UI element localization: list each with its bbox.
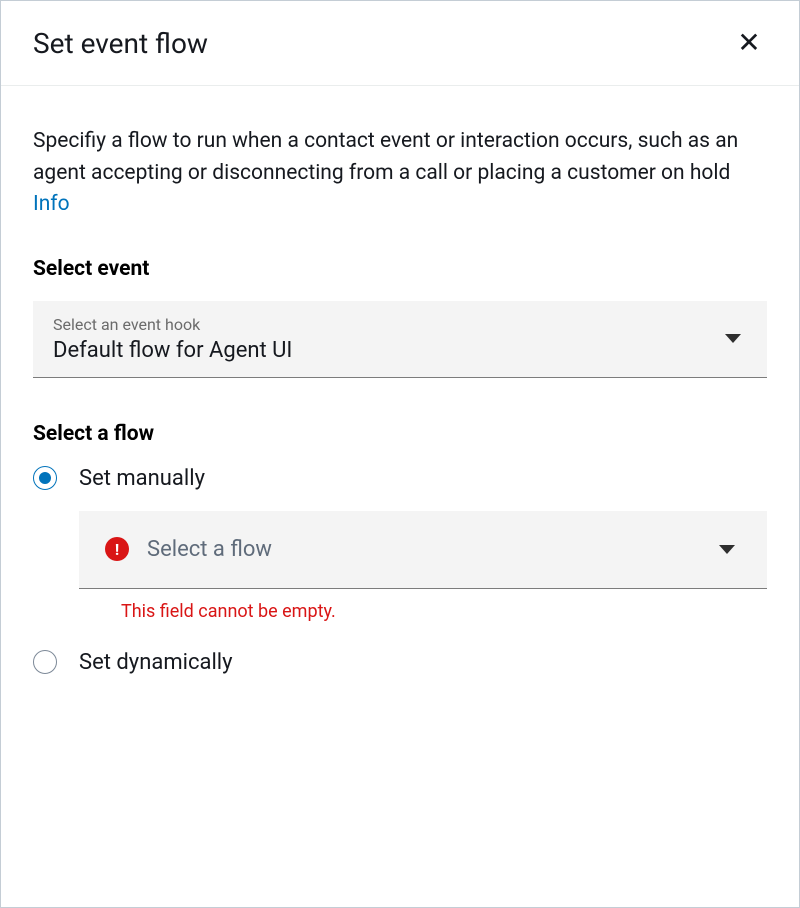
event-hook-value: Default flow for Agent UI	[53, 338, 725, 363]
flow-select[interactable]: ! Select a flow	[79, 511, 767, 589]
flow-select-placeholder: Select a flow	[147, 537, 272, 562]
description-content: Specifiy a flow to run when a contact ev…	[33, 129, 738, 185]
radio-dynamic-label[interactable]: Set dynamically	[79, 650, 233, 675]
panel-title: Set event flow	[33, 27, 208, 60]
description-text: Specifiy a flow to run when a contact ev…	[33, 126, 767, 221]
close-button[interactable]: ✕	[731, 25, 767, 61]
flow-select-error: This field cannot be empty.	[121, 601, 767, 622]
chevron-down-icon	[725, 334, 741, 343]
select-event-label: Select event	[33, 257, 767, 281]
set-event-flow-panel: Set event flow ✕ Specifiy a flow to run …	[0, 0, 800, 908]
radio-row-manual: Set manually	[33, 466, 767, 491]
error-icon: !	[105, 537, 129, 561]
close-icon: ✕	[737, 29, 760, 57]
flow-mode-radio-group: Set manually ! Select a flow This field …	[33, 466, 767, 675]
chevron-down-icon	[719, 545, 735, 554]
flow-select-area: ! Select a flow This field cannot be emp…	[79, 511, 767, 622]
flow-select-left: ! Select a flow	[105, 537, 272, 562]
radio-selected-icon	[39, 472, 51, 484]
event-hook-hint: Select an event hook	[53, 315, 725, 334]
panel-body: Specifiy a flow to run when a contact ev…	[1, 86, 799, 727]
panel-header: Set event flow ✕	[1, 1, 799, 86]
radio-manual[interactable]	[33, 466, 57, 490]
select-flow-label: Select a flow	[33, 422, 767, 446]
event-hook-select[interactable]: Select an event hook Default flow for Ag…	[33, 301, 767, 378]
radio-dynamic[interactable]	[33, 650, 57, 674]
radio-row-dynamic: Set dynamically	[33, 650, 767, 675]
info-link[interactable]: Info	[33, 192, 70, 216]
event-hook-select-inner: Select an event hook Default flow for Ag…	[53, 315, 725, 363]
radio-manual-label[interactable]: Set manually	[79, 466, 205, 491]
